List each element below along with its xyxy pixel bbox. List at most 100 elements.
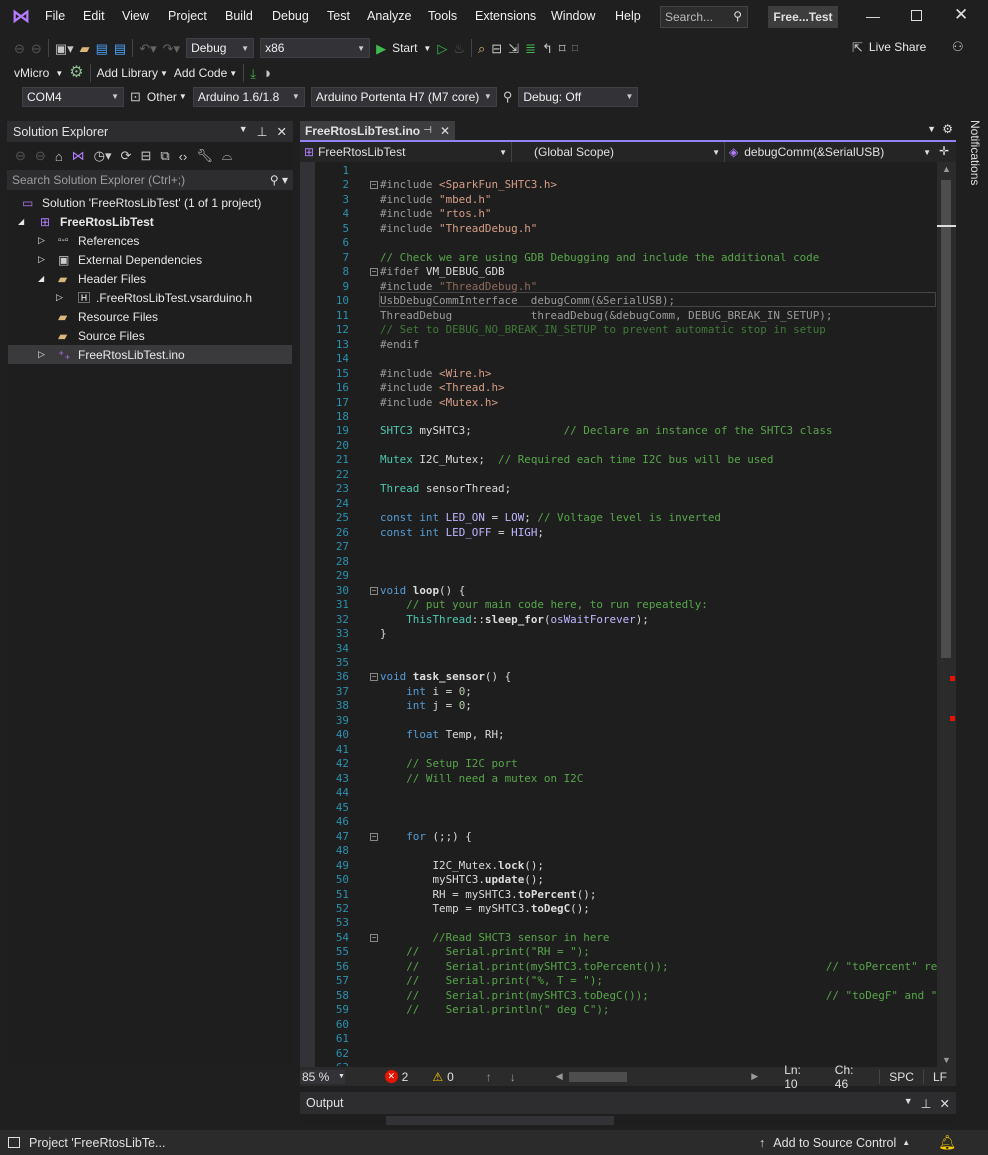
project-status[interactable]: Project 'FreeRtosLibTe...: [29, 1136, 165, 1150]
code-line[interactable]: for (;;) {: [380, 830, 472, 843]
split-icon[interactable]: ✛: [935, 142, 953, 162]
add-to-source-control-button[interactable]: Add to Source Control: [773, 1136, 896, 1150]
zoom-dropdown[interactable]: 85 % ▼: [300, 1069, 345, 1084]
output-source-dropdown[interactable]: [386, 1116, 614, 1125]
menu-view[interactable]: View: [122, 9, 149, 23]
warning-icon[interactable]: ⚠: [432, 1070, 443, 1084]
close-icon[interactable]: ✕: [277, 124, 287, 139]
code-line[interactable]: Thread sensorThread;: [380, 482, 511, 495]
start-button[interactable]: Start: [392, 41, 417, 55]
tab-list-icon[interactable]: ▼: [927, 124, 936, 134]
start-icon[interactable]: ▶: [376, 42, 386, 55]
menu-extensions[interactable]: Extensions: [475, 9, 536, 23]
code-line[interactable]: Temp = mySHTC3.toDegC();: [380, 902, 589, 915]
scroll-left-icon[interactable]: ◀: [556, 1071, 563, 1082]
project-dropdown[interactable]: ⊞ FreeRtosLibTest ▼: [300, 142, 512, 162]
code-line[interactable]: mySHTC3.update();: [380, 873, 543, 886]
code-line[interactable]: I2C_Mutex.lock();: [380, 859, 543, 872]
tree-item-external-dependencies[interactable]: ▷ ▣ External Dependencies: [8, 250, 292, 269]
debug-mode-dropdown[interactable]: Debug: Off ▼: [518, 86, 639, 107]
error-icon[interactable]: ✕: [384, 1070, 398, 1083]
bookmark-icon[interactable]: ⌑: [559, 42, 566, 55]
close-icon[interactable]: ✕: [940, 1096, 950, 1111]
notification-bell-icon[interactable]: 🔔︎: [938, 1134, 956, 1151]
forward-icon[interactable]: ⊖: [35, 148, 46, 164]
code-line[interactable]: // Will need a mutex on I2C: [380, 772, 583, 785]
editor-tab-active[interactable]: FreeRtosLibTest.ino ⊣ ✕: [300, 121, 455, 140]
scope-dropdown[interactable]: (Global Scope) ▼: [512, 142, 725, 162]
window-layout-icon[interactable]: ⊟: [491, 42, 502, 55]
code-line[interactable]: #include <SparkFun_SHTC3.h>: [380, 178, 557, 191]
fold-toggle-icon[interactable]: −: [370, 832, 378, 841]
horizontal-scrollbar-thumb[interactable]: [568, 1071, 628, 1082]
member-dropdown[interactable]: ◈ debugComm(&SerialUSB) ▼: [725, 142, 935, 162]
code-line[interactable]: #include <Mutex.h>: [380, 396, 498, 409]
pin-icon[interactable]: ⊥: [257, 124, 268, 139]
close-tab-icon[interactable]: ✕: [440, 124, 450, 138]
menu-test[interactable]: Test: [327, 9, 350, 23]
code-line[interactable]: const int LED_OFF = HIGH;: [380, 526, 544, 539]
uncomment-icon[interactable]: ↰: [542, 42, 553, 55]
platform-dropdown[interactable]: x86 ▼: [260, 38, 371, 58]
configuration-dropdown[interactable]: Debug ▼: [186, 38, 255, 58]
previous-issue-icon[interactable]: ↑: [486, 1070, 492, 1084]
add-library-menu[interactable]: Add Library: [97, 66, 158, 80]
maximize-button[interactable]: [911, 10, 922, 21]
save-all-icon[interactable]: ▤: [114, 42, 126, 55]
code-line[interactable]: #include "ThreadDebug.h": [380, 222, 537, 235]
code-line[interactable]: int j = 0;: [380, 699, 472, 712]
start-without-debug-icon[interactable]: ▷: [437, 42, 447, 55]
scroll-right-icon[interactable]: ▶: [751, 1071, 758, 1082]
tree-item-solution[interactable]: ▭ Solution 'FreeRtosLibTest' (1 of 1 proj…: [8, 193, 292, 212]
code-line[interactable]: #endif: [380, 338, 419, 351]
show-all-files-icon[interactable]: ⧉: [160, 148, 169, 164]
collapsed-arrow-icon[interactable]: ▷: [8, 235, 58, 246]
collapsed-arrow-icon[interactable]: ▷: [8, 254, 58, 265]
code-line[interactable]: SHTC3 mySHTC3; // Declare an instance of…: [380, 424, 832, 437]
forward-icon[interactable]: ⊖: [31, 42, 42, 55]
code-line[interactable]: void loop() {: [380, 584, 465, 597]
code-line[interactable]: // Check we are using GDB Debugging and …: [380, 251, 819, 264]
collapsed-arrow-icon[interactable]: ▷: [8, 292, 78, 303]
add-code-menu[interactable]: Add Code: [174, 66, 227, 80]
home-icon[interactable]: ⌂: [55, 149, 63, 164]
code-line[interactable]: #include <Thread.h>: [380, 381, 505, 394]
save-icon[interactable]: ▤: [96, 42, 108, 55]
code-line[interactable]: int i = 0;: [380, 685, 472, 698]
close-button[interactable]: ✕: [954, 5, 968, 25]
menu-edit[interactable]: Edit: [83, 9, 105, 23]
switch-views-icon[interactable]: ⋈: [72, 148, 85, 164]
pin-icon[interactable]: ⊣: [423, 125, 432, 136]
scrollbar-thumb[interactable]: [941, 180, 951, 658]
chevron-up-icon[interactable]: ▲: [902, 1138, 910, 1147]
next-issue-icon[interactable]: ↓: [510, 1070, 516, 1084]
fold-toggle-icon[interactable]: −: [370, 673, 378, 682]
hot-reload-icon[interactable]: ♨: [453, 42, 465, 55]
notifications-tab[interactable]: Notifications: [962, 120, 982, 190]
view-code-icon[interactable]: ‹›: [179, 149, 188, 164]
vertical-scrollbar[interactable]: ▲ ▼: [937, 162, 956, 1067]
redo-icon[interactable]: ↷▾: [163, 42, 180, 55]
menu-help[interactable]: Help: [615, 9, 641, 23]
vmicro-menu[interactable]: vMicro: [14, 66, 49, 80]
port-dropdown[interactable]: COM4 ▼: [22, 86, 124, 107]
code-line[interactable]: RH = mySHTC3.toPercent();: [380, 888, 596, 901]
preview-icon[interactable]: ⌓: [222, 148, 232, 164]
code-line[interactable]: }: [380, 627, 387, 640]
code-line[interactable]: // Serial.print(mySHTC3.toDegC()); // "t…: [380, 989, 937, 1002]
code-line[interactable]: #include "mbed.h": [380, 193, 491, 206]
code-line[interactable]: //Read SHCT3 sensor in here: [380, 931, 609, 944]
search-box[interactable]: Search... ⚲: [660, 6, 748, 28]
menu-build[interactable]: Build: [225, 9, 253, 23]
code-line[interactable]: // Serial.println(" deg C");: [380, 1003, 609, 1016]
settings-gear-icon[interactable]: ⚙: [69, 65, 83, 81]
menu-debug[interactable]: Debug: [272, 9, 309, 23]
warning-count[interactable]: 0: [447, 1070, 454, 1084]
code-line[interactable]: void task_sensor() {: [380, 670, 511, 683]
code-line[interactable]: const int LED_ON = LOW; // Voltage level…: [380, 511, 721, 524]
code-line[interactable]: #include <Wire.h>: [380, 367, 491, 380]
tree-item-project[interactable]: ◢ ⊞ FreeRtosLibTest: [8, 212, 292, 231]
code-line[interactable]: ThreadDebug threadDebug(&debugComm, DEBU…: [380, 309, 832, 322]
code-line[interactable]: #include "rtos.h": [380, 207, 491, 220]
pending-changes-icon[interactable]: ◷▾: [94, 148, 112, 164]
